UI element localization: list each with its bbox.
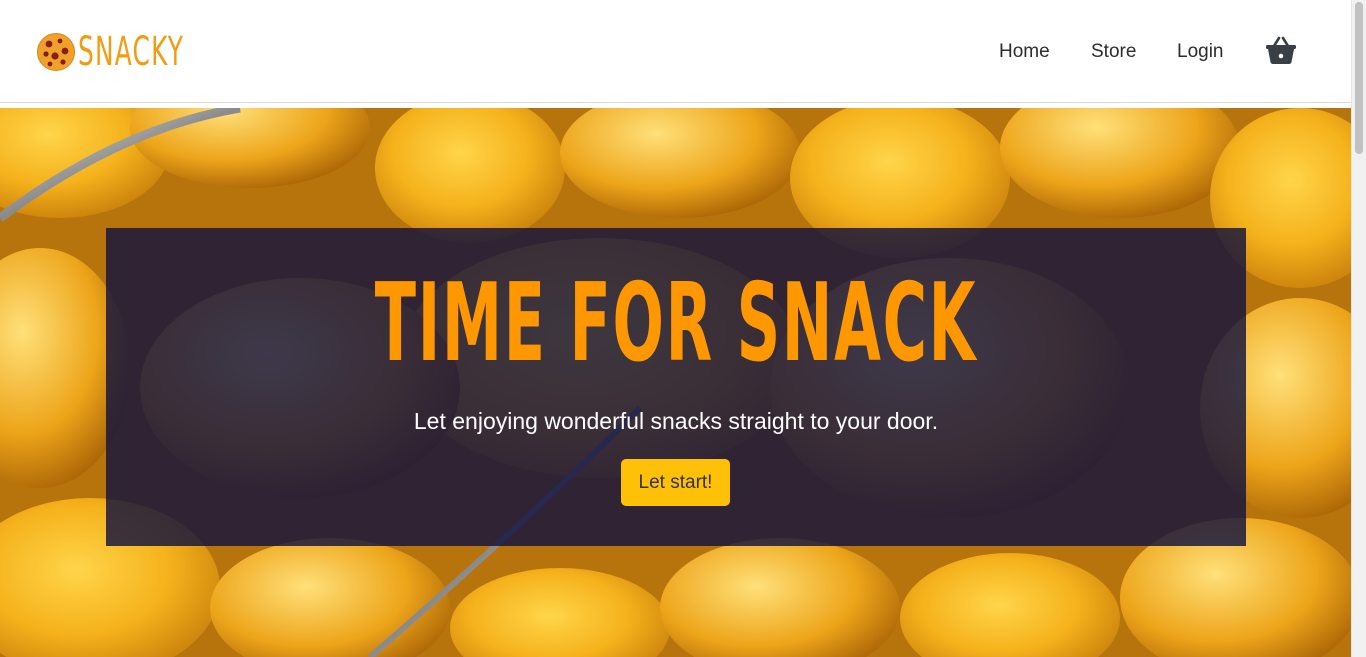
lets-start-button[interactable]: Let start! xyxy=(621,459,730,506)
hero-overlay: TIME FOR SNACK Let enjoying wonderful sn… xyxy=(106,228,1246,546)
main-nav: Home Store Login xyxy=(0,36,1351,68)
hero-section: TIME FOR SNACK Let enjoying wonderful sn… xyxy=(0,108,1351,657)
navbar: SNACKY Home Store Login xyxy=(0,0,1351,103)
hero-subtitle: Let enjoying wonderful snacks straight t… xyxy=(413,408,939,434)
nav-login-link[interactable]: Login xyxy=(1177,36,1224,68)
cart-button[interactable] xyxy=(1265,35,1297,65)
nav-home-link[interactable]: Home xyxy=(999,36,1050,68)
page-scrollbar[interactable] xyxy=(1351,0,1366,657)
scrollbar-thumb[interactable] xyxy=(1355,2,1363,154)
hero-title: TIME FOR SNACK xyxy=(374,261,978,386)
basket-icon xyxy=(1266,36,1296,64)
nav-store-link[interactable]: Store xyxy=(1091,36,1136,68)
